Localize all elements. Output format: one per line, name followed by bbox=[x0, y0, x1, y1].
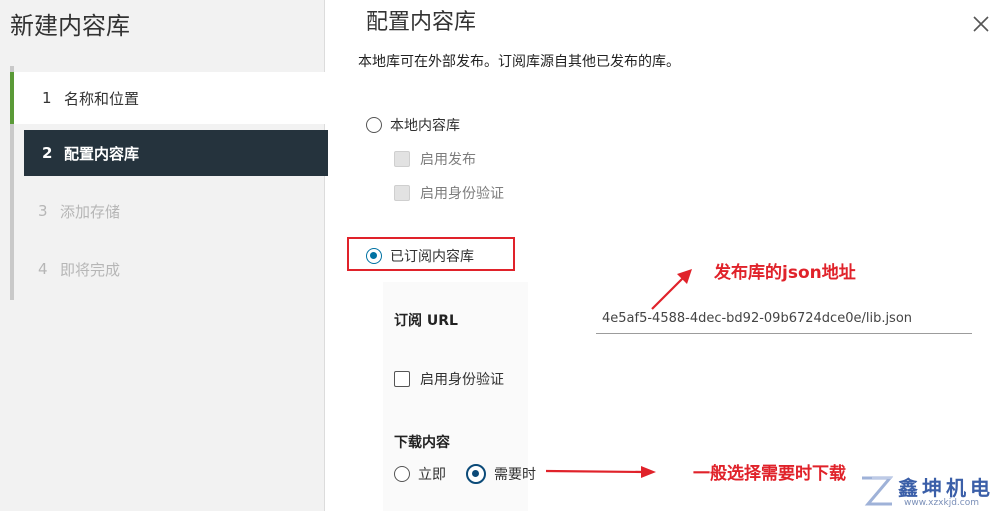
download-arrowhead bbox=[641, 466, 656, 478]
wizard-sidebar: 新建内容库 1 名称和位置 2 配置内容库 3 添加存储 4 即将完成 bbox=[0, 0, 328, 511]
subscribed-library-radio[interactable]: 已订阅内容库 bbox=[366, 246, 474, 266]
checkbox-box[interactable] bbox=[394, 151, 410, 167]
subscribed-enable-auth-label: 启用身份验证 bbox=[420, 372, 504, 388]
url-annotation: 发布库的json地址 bbox=[714, 263, 856, 283]
step-add-storage[interactable]: 3 添加存储 bbox=[10, 188, 328, 234]
step-name-location[interactable]: 1 名称和位置 bbox=[10, 72, 328, 124]
step-number: 4 bbox=[38, 260, 48, 278]
new-content-library-dialog: 新建内容库 1 名称和位置 2 配置内容库 3 添加存储 4 即将完成 配置内容… bbox=[0, 0, 1000, 511]
download-when-needed-label: 需要时 bbox=[494, 467, 536, 483]
step-configure-library[interactable]: 2 配置内容库 bbox=[24, 130, 328, 176]
wizard-title: 新建内容库 bbox=[10, 12, 130, 40]
subscription-url-label: 订阅 URL bbox=[394, 313, 458, 329]
close-icon[interactable] bbox=[970, 13, 992, 35]
subscribed-library-label: 已订阅内容库 bbox=[390, 249, 474, 265]
step-number: 3 bbox=[38, 202, 48, 220]
local-library-radio[interactable]: 本地内容库 bbox=[366, 115, 460, 135]
radio-circle[interactable] bbox=[366, 248, 382, 264]
step-label: 配置内容库 bbox=[64, 144, 140, 163]
panel-title: 配置内容库 bbox=[366, 10, 477, 35]
local-enable-auth-checkbox[interactable]: 启用身份验证 bbox=[394, 183, 504, 203]
radio-circle[interactable] bbox=[466, 464, 486, 484]
download-arrow bbox=[545, 469, 645, 474]
step-number: 2 bbox=[42, 144, 53, 162]
checkbox-box[interactable] bbox=[394, 185, 410, 201]
wizard-steps: 1 名称和位置 2 配置内容库 3 添加存储 4 即将完成 bbox=[10, 66, 328, 300]
step-label: 名称和位置 bbox=[64, 89, 140, 108]
download-immediately-label: 立即 bbox=[418, 467, 446, 483]
radio-circle[interactable] bbox=[366, 117, 382, 133]
step-label: 添加存储 bbox=[60, 202, 121, 221]
watermark-text: 鑫坤机电 bbox=[898, 476, 994, 500]
panel-description: 本地库可在外部发布。订阅库源自其他已发布的库。 bbox=[358, 54, 680, 70]
radio-circle[interactable] bbox=[394, 466, 410, 482]
local-enable-auth-label: 启用身份验证 bbox=[420, 186, 504, 202]
local-library-label: 本地内容库 bbox=[390, 118, 460, 134]
step-number: 1 bbox=[42, 89, 52, 107]
step-label: 即将完成 bbox=[60, 260, 121, 279]
subscription-url-input[interactable] bbox=[596, 304, 972, 334]
step-ready-to-complete[interactable]: 4 即将完成 bbox=[10, 246, 328, 292]
watermark-url: www.xzxkjd.com bbox=[904, 498, 980, 508]
download-annotation: 一般选择需要时下载 bbox=[693, 464, 846, 484]
download-content-label: 下载内容 bbox=[394, 435, 450, 451]
url-arrowhead bbox=[677, 269, 692, 284]
download-when-needed-radio[interactable]: 需要时 bbox=[466, 464, 536, 484]
enable-publish-label: 启用发布 bbox=[420, 152, 476, 168]
subscribed-enable-auth-checkbox[interactable]: 启用身份验证 bbox=[394, 369, 504, 389]
download-immediately-radio[interactable]: 立即 bbox=[394, 464, 446, 484]
enable-publish-checkbox[interactable]: 启用发布 bbox=[394, 149, 476, 169]
checkbox-box[interactable] bbox=[394, 371, 410, 387]
